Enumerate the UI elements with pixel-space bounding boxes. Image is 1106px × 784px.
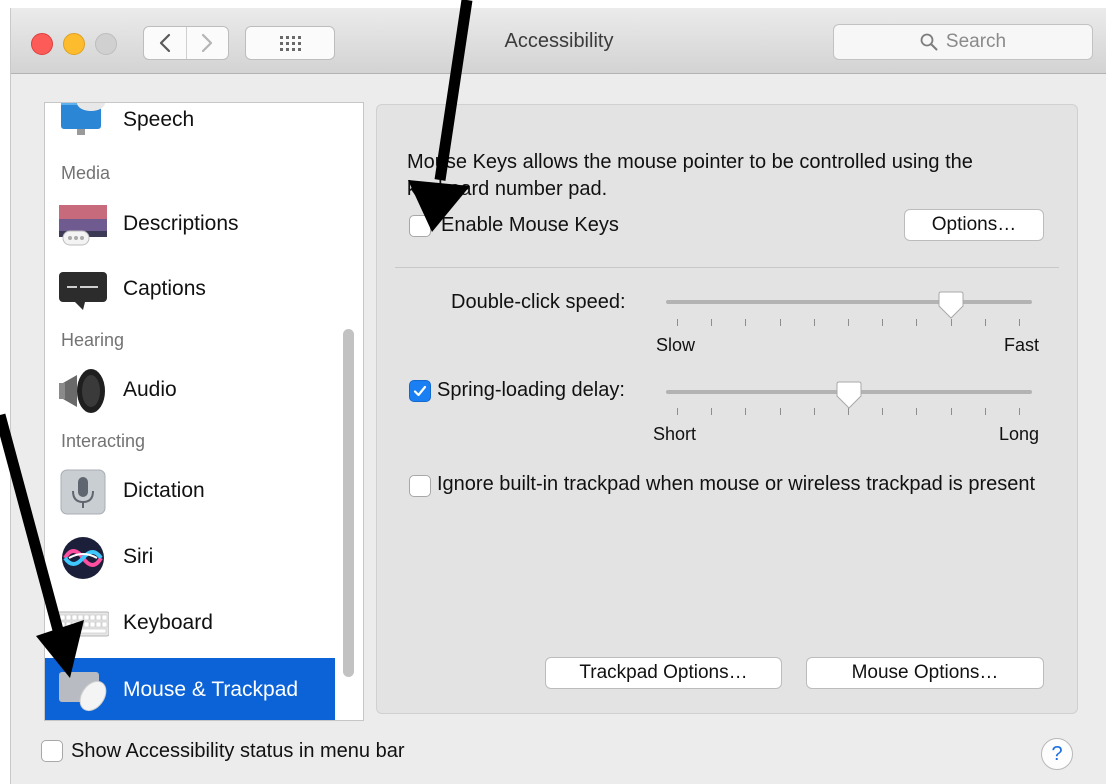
slider-tick bbox=[916, 408, 917, 415]
sidebar-scrollbar[interactable] bbox=[343, 329, 354, 677]
sidebar-item-label: Keyboard bbox=[123, 611, 213, 634]
keyboard-icon bbox=[57, 611, 109, 637]
slider-tick bbox=[745, 319, 746, 326]
search-placeholder: Search bbox=[945, 31, 1007, 52]
search-icon bbox=[920, 33, 938, 51]
microphone-icon bbox=[60, 469, 106, 515]
descriptions-icon bbox=[59, 205, 107, 246]
enable-mouse-keys-label: Enable Mouse Keys bbox=[441, 214, 619, 236]
sidebar-item-label: Speech bbox=[123, 108, 195, 131]
sidebar-item-speech[interactable]: Speech bbox=[45, 103, 335, 151]
category-sidebar[interactable]: Speech Media Descriptions Captions Heari… bbox=[44, 102, 364, 721]
show-accessibility-status-label: Show Accessibility status in menu bar bbox=[71, 740, 405, 762]
sidebar-heading-hearing: Hearing bbox=[61, 330, 125, 350]
sidebar-item-mouse-trackpad[interactable]: Mouse & Trackpad bbox=[45, 658, 335, 720]
slider-tick bbox=[985, 408, 986, 415]
section-divider bbox=[395, 267, 1059, 268]
sidebar-item-label: Audio bbox=[123, 378, 177, 401]
help-button[interactable]: ? bbox=[1041, 738, 1073, 770]
sidebar-item-audio[interactable]: Audio bbox=[45, 359, 335, 421]
mouse-keys-description: Mouse Keys allows the mouse pointer to b… bbox=[407, 151, 973, 200]
double-click-speed-label: Double-click speed: bbox=[451, 291, 626, 313]
show-accessibility-status-checkbox[interactable] bbox=[41, 740, 63, 762]
enable-mouse-keys-checkbox[interactable] bbox=[409, 215, 431, 237]
sidebar-item-label: Captions bbox=[123, 277, 206, 300]
slider-tick bbox=[882, 319, 883, 326]
window-toolbar: Accessibility Search bbox=[11, 8, 1106, 74]
sidebar-heading-media: Media bbox=[61, 163, 111, 183]
slider-tick bbox=[951, 319, 952, 326]
slider-tick bbox=[882, 408, 883, 415]
slider-tick bbox=[1019, 408, 1020, 415]
slider-tick bbox=[780, 408, 781, 415]
spring-loading-delay-label: Spring-loading delay: bbox=[437, 379, 625, 401]
sidebar-item-captions[interactable]: Captions bbox=[45, 258, 335, 320]
sidebar-heading-interacting: Interacting bbox=[61, 431, 146, 451]
spring-loading-checkbox[interactable] bbox=[409, 380, 431, 402]
preferences-window: Accessibility Search Speech Media Descri… bbox=[10, 8, 1106, 784]
mouse-keys-options-button[interactable]: Options… bbox=[904, 209, 1044, 241]
sidebar-item-descriptions[interactable]: Descriptions bbox=[45, 193, 335, 255]
slider-tick bbox=[677, 319, 678, 326]
sidebar-item-dictation[interactable]: Dictation bbox=[45, 460, 335, 522]
slider-tick bbox=[1019, 319, 1020, 326]
speech-icon bbox=[61, 103, 105, 135]
search-field[interactable]: Search bbox=[833, 24, 1093, 60]
spring-loading-delay-slider-knob[interactable] bbox=[836, 380, 862, 410]
slider-tick bbox=[780, 319, 781, 326]
slider-tick bbox=[745, 408, 746, 415]
double-click-speed-ticks bbox=[677, 319, 1020, 329]
mouse-options-button[interactable]: Mouse Options… bbox=[806, 657, 1044, 689]
slider-tick bbox=[985, 319, 986, 326]
slider-tick bbox=[711, 408, 712, 415]
spring-loading-short-label: Short bbox=[653, 424, 697, 444]
slider-tick bbox=[916, 319, 917, 326]
slider-tick bbox=[848, 319, 849, 326]
double-click-speed-slider-knob[interactable] bbox=[938, 290, 964, 320]
slider-tick bbox=[814, 408, 815, 415]
spring-loading-long-label: Long bbox=[999, 424, 1040, 444]
speaker-icon bbox=[59, 369, 105, 413]
siri-icon bbox=[62, 537, 104, 579]
sidebar-item-siri[interactable]: Siri bbox=[45, 526, 335, 588]
ignore-trackpad-label: Ignore built-in trackpad when mouse or w… bbox=[437, 473, 1036, 495]
sidebar-item-keyboard[interactable]: Keyboard bbox=[45, 592, 335, 654]
sidebar-item-label: Dictation bbox=[123, 479, 205, 502]
sidebar-item-label: Siri bbox=[123, 545, 154, 568]
checkmark-icon bbox=[413, 385, 427, 397]
mouse-trackpad-icon bbox=[59, 672, 107, 712]
double-click-speed-track[interactable] bbox=[666, 300, 1032, 304]
mouse-trackpad-panel: Mouse Keys allows the mouse pointer to b… bbox=[376, 104, 1078, 714]
double-click-fast-label: Fast bbox=[1004, 335, 1040, 355]
sidebar-item-label: Descriptions bbox=[123, 212, 239, 235]
slider-tick bbox=[951, 408, 952, 415]
captions-icon bbox=[59, 272, 107, 310]
slider-tick bbox=[711, 319, 712, 326]
slider-tick bbox=[677, 408, 678, 415]
slider-tick bbox=[814, 319, 815, 326]
double-click-slow-label: Slow bbox=[656, 335, 696, 355]
sidebar-item-label: Mouse & Trackpad bbox=[123, 678, 299, 701]
ignore-trackpad-checkbox[interactable] bbox=[409, 475, 431, 497]
trackpad-options-button[interactable]: Trackpad Options… bbox=[545, 657, 782, 689]
